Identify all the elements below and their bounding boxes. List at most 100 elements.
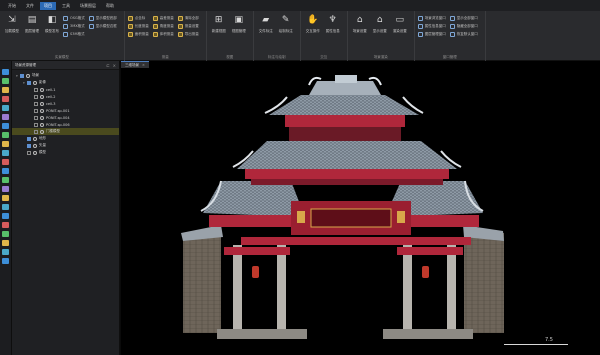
ribbon-button[interactable]: ◧ 模型发布 <box>43 14 61 54</box>
ribbon-button[interactable]: ⌂ 显示设置 <box>371 14 389 54</box>
layer-checkbox[interactable] <box>27 143 31 148</box>
tree-row[interactable]: cell-3 <box>12 100 119 107</box>
ribbon-small-button[interactable]: 点坐标 <box>127 16 149 21</box>
tree-row[interactable]: cell-1 <box>12 86 119 93</box>
tool-icon[interactable] <box>2 195 9 201</box>
ribbon-small-button[interactable]: 面积测量 <box>127 32 149 37</box>
layer-checkbox[interactable] <box>20 73 24 78</box>
3d-viewport[interactable]: 三维场景 × 7.5 <box>121 61 600 355</box>
layer-checkbox[interactable] <box>34 108 38 113</box>
paifang-gate-model[interactable] <box>121 61 600 355</box>
close-icon[interactable]: × <box>142 63 145 67</box>
ribbon-small-button[interactable]: 3MX格式 <box>63 24 85 29</box>
tool-icon[interactable] <box>2 69 9 75</box>
menu-item[interactable]: 工具 <box>58 2 74 10</box>
tool-icon[interactable] <box>2 249 9 255</box>
close-icon[interactable]: × <box>113 63 116 68</box>
layer-checkbox[interactable] <box>34 115 38 120</box>
tree-row[interactable]: ▾ 影像 <box>12 79 119 86</box>
ribbon-small-button[interactable]: 恢复默认窗口 <box>449 32 478 37</box>
hand-icon: ✋ <box>307 15 319 25</box>
panel-title: 场景资源管理 <box>15 62 36 67</box>
ribbon-small-button[interactable]: 角度测量 <box>152 24 174 29</box>
layer-checkbox[interactable] <box>27 80 31 85</box>
tool-icon[interactable] <box>2 213 9 219</box>
ribbon-small-button[interactable]: 体积测量 <box>152 32 174 37</box>
ribbon-small-button[interactable]: 高差测量 <box>152 16 174 21</box>
ribbon-small-button[interactable]: 图层管理窗口 <box>417 32 446 37</box>
ribbon-button[interactable]: ✎ 绘制标注 <box>277 14 295 54</box>
tree-row[interactable]: PONIT-sp-004 <box>12 114 119 121</box>
tree-row[interactable]: cell-2 <box>12 93 119 100</box>
ribbon-small-button[interactable]: S3M格式 <box>63 32 85 37</box>
tool-icon[interactable] <box>2 78 9 84</box>
layer-checkbox[interactable] <box>27 150 31 155</box>
ribbon-small-button[interactable]: 隐藏全部窗口 <box>449 24 478 29</box>
layer-checkbox[interactable] <box>27 136 31 141</box>
tree-row[interactable]: PONIT-sp-001 <box>12 107 119 114</box>
ribbon-button[interactable]: ▰ 文件标注 <box>257 14 275 54</box>
tool-icon[interactable] <box>2 240 9 246</box>
ribbon-button[interactable]: ▭ 渲染设置 <box>391 14 409 54</box>
menu-item[interactable]: 场景图层 <box>76 2 100 10</box>
ribbon-group: ⇲ 加载模型 ▤ 图层管理 ◧ 模型发布 OSG格式 3MX格式 S3M格式 显示模型底部 显示模型… <box>0 11 125 61</box>
tree-row[interactable]: ▾ 场景 <box>12 72 119 79</box>
tool-icon[interactable] <box>2 159 9 165</box>
ribbon-small-button[interactable]: 场景浏览窗口 <box>417 16 446 21</box>
tree-row-label: cell-1 <box>46 87 56 92</box>
menu-item[interactable]: 开始 <box>4 2 20 10</box>
tool-icon[interactable] <box>2 87 9 93</box>
ribbon-small-button[interactable]: OSG格式 <box>63 16 85 21</box>
ribbon-button-label: 加载模型 <box>5 29 19 33</box>
tree-row[interactable]: PONIT-sp-006 <box>12 121 119 128</box>
scene-tab[interactable]: 三维场景 × <box>121 61 149 68</box>
ribbon-button[interactable]: ⌂ 场景设置 <box>351 14 369 54</box>
tool-icon[interactable] <box>2 150 9 156</box>
tool-icon[interactable] <box>2 186 9 192</box>
tool-icon[interactable] <box>2 222 9 228</box>
ribbon-button-label: 模型发布 <box>45 29 59 33</box>
ribbon-small-button[interactable]: 长度测量 <box>127 24 149 29</box>
layer-checkbox[interactable] <box>34 87 38 92</box>
layer-checkbox[interactable] <box>34 94 38 99</box>
layer-checkbox[interactable] <box>34 122 38 127</box>
layer-checkbox[interactable] <box>34 129 38 134</box>
tool-icon[interactable] <box>2 123 9 129</box>
ribbon-small-button[interactable]: 属性信息窗口 <box>417 24 446 29</box>
menu-item[interactable]: 项目 <box>40 1 56 10</box>
ribbon-small-button[interactable]: 导出测量 <box>177 32 199 37</box>
tool-icon[interactable] <box>2 132 9 138</box>
tree-row-label: cell-2 <box>46 94 56 99</box>
tool-icon[interactable] <box>2 231 9 237</box>
ribbon-button[interactable]: ✋ 交互操作 <box>304 14 322 54</box>
ribbon-small-button[interactable]: 测量设置 <box>177 24 199 29</box>
ribbon-button[interactable]: ▣ 视图管理 <box>230 14 248 54</box>
ribbon-small-button[interactable]: 显示全部窗口 <box>449 16 478 21</box>
tree-row[interactable]: 门楼模型 <box>12 128 119 135</box>
tool-icon[interactable] <box>2 177 9 183</box>
tool-icon[interactable] <box>2 114 9 120</box>
ribbon-button[interactable]: ▤ 图层管理 <box>23 14 41 54</box>
ribbon-button[interactable]: ⇲ 加载模型 <box>3 14 21 54</box>
menu-item[interactable]: 帮助 <box>102 2 118 10</box>
pin-icon[interactable]: ⊏ <box>106 63 109 68</box>
ribbon-small-button[interactable]: 显示模型底部 <box>88 16 117 21</box>
tool-icon[interactable] <box>2 105 9 111</box>
tool-icon[interactable] <box>2 96 9 102</box>
ribbon-small-label: 高差测量 <box>159 16 174 20</box>
osg-icon <box>63 16 68 21</box>
layer-checkbox[interactable] <box>34 101 38 106</box>
tree-row[interactable]: 矢量 <box>12 142 119 149</box>
ribbon-button[interactable]: ♆ 属性信息 <box>324 14 342 54</box>
menu-item[interactable]: 文件 <box>22 2 38 10</box>
ribbon-small-button[interactable]: 清除全部 <box>177 16 199 21</box>
tool-icon[interactable] <box>2 204 9 210</box>
tool-icon[interactable] <box>2 168 9 174</box>
ribbon-small-button[interactable]: 显示模型边框 <box>88 24 117 29</box>
ribbon-button[interactable]: ⊞ 新建视图 <box>210 14 228 54</box>
tree-row[interactable]: 模型 <box>12 149 119 156</box>
tool-icon[interactable] <box>2 258 9 264</box>
tool-icon[interactable] <box>2 141 9 147</box>
ribbon-button-label: 图层管理 <box>25 29 39 33</box>
tree-row[interactable]: 地形 <box>12 135 119 142</box>
